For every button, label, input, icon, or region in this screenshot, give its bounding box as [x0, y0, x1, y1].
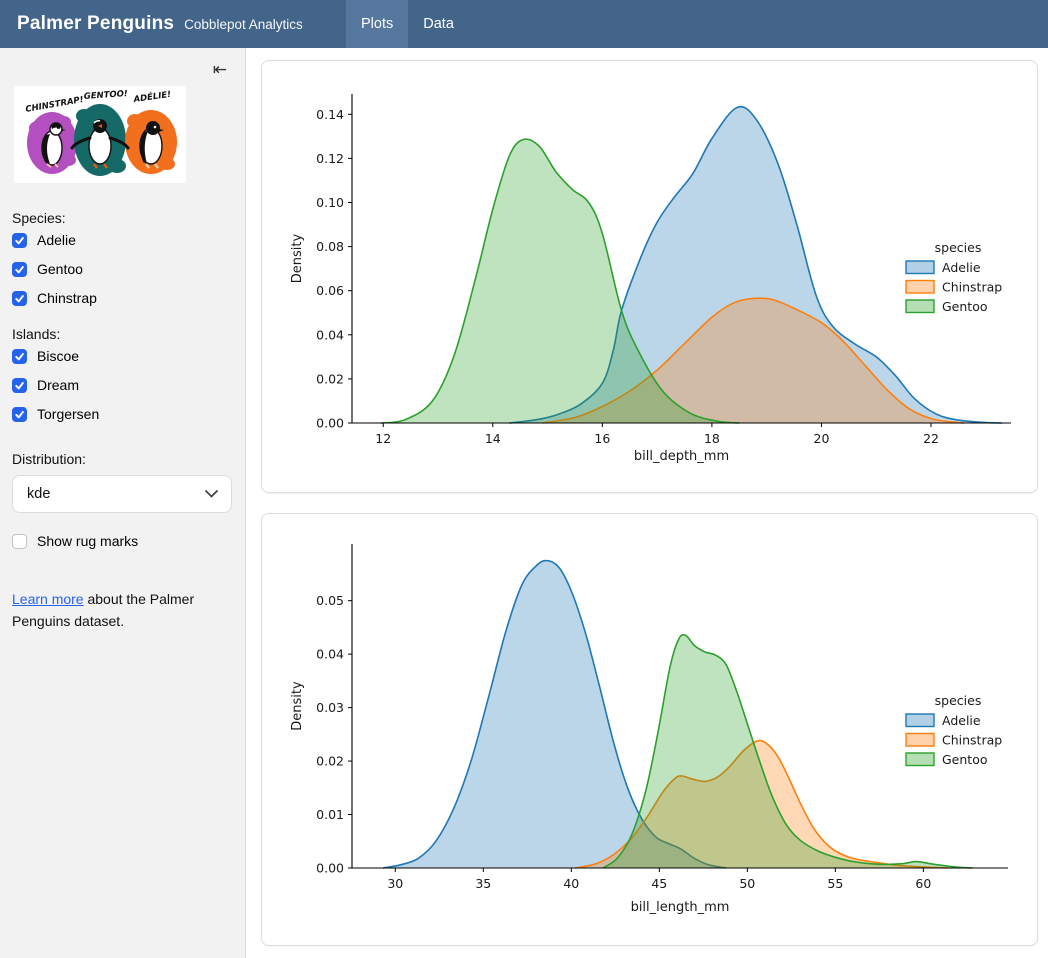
- learn-more-text: Learn more about the Palmer Penguins dat…: [12, 589, 222, 632]
- islands-checkbox-biscoe[interactable]: Biscoe: [12, 348, 233, 364]
- legend-label-chinstrap: Chinstrap: [942, 280, 1002, 295]
- legend-swatch-chinstrap: [906, 734, 934, 747]
- y-tick-label: 0.04: [316, 327, 344, 342]
- sidebar-collapse-icon[interactable]: ⇤: [213, 60, 227, 79]
- checkbox-label: Show rug marks: [37, 533, 138, 549]
- x-tick-label: 60: [915, 876, 931, 891]
- bill-depth-density-plot: 12 14 16 18 20 22 0.00 0.02 0.04 0.06 0.08 0.10 0.12…: [262, 61, 1039, 494]
- y-axis-label: Density: [290, 681, 305, 731]
- nav-tabs: PlotsData: [346, 0, 469, 48]
- legend-label-gentoo: Gentoo: [942, 299, 988, 314]
- checked-checkbox-icon: [12, 378, 27, 393]
- legend-title: species: [935, 240, 982, 255]
- distribution-select[interactable]: kde: [12, 475, 232, 513]
- y-tick-label: 0.02: [316, 371, 344, 386]
- x-axis-label: bill_depth_mm: [634, 449, 729, 464]
- checkbox-label: Dream: [37, 377, 79, 393]
- y-tick-label: 0.12: [316, 151, 344, 166]
- y-tick-label: 0.01: [316, 807, 344, 822]
- distribution-label: Distribution:: [12, 451, 233, 467]
- x-axis-label: bill_length_mm: [631, 900, 730, 915]
- y-tick-label: 0.00: [316, 416, 344, 431]
- legend-label-adelie: Adelie: [942, 713, 981, 728]
- y-tick-label: 0.05: [316, 593, 344, 608]
- species-section-label: Species:: [12, 210, 233, 226]
- penguins-artwork-image: CHINSTRAP! GENTOO! ADÉLIE!: [14, 86, 233, 188]
- x-tick-label: 40: [563, 876, 579, 891]
- legend-swatch-adelie: [906, 714, 934, 727]
- x-tick-label: 35: [475, 876, 491, 891]
- y-tick-label: 0.04: [316, 647, 344, 662]
- species-checkbox-gentoo[interactable]: Gentoo: [12, 261, 233, 277]
- legend-label-gentoo: Gentoo: [942, 752, 988, 767]
- y-tick-label: 0.00: [316, 861, 344, 876]
- checked-checkbox-icon: [12, 262, 27, 277]
- option-checkbox-show-rug-marks[interactable]: Show rug marks: [12, 533, 233, 549]
- checked-checkbox-icon: [12, 291, 27, 306]
- density-area-gentoo: [603, 635, 973, 868]
- legend-label-adelie: Adelie: [942, 260, 981, 275]
- app-subtitle: Cobblepot Analytics: [184, 17, 303, 32]
- y-tick-label: 0.08: [316, 239, 344, 254]
- checkbox-label: Chinstrap: [37, 290, 97, 306]
- checked-checkbox-icon: [12, 349, 27, 364]
- x-tick-label: 50: [739, 876, 755, 891]
- x-tick-label: 12: [375, 431, 391, 446]
- checkbox-label: Gentoo: [37, 261, 83, 277]
- legend-swatch-adelie: [906, 261, 934, 274]
- app-title: Palmer Penguins: [17, 13, 174, 35]
- checked-checkbox-icon: [12, 407, 27, 422]
- plot-card-bill-length: 30 35 40 45 50 55 60 0.00 0.01 0.02 0.03 0.04 0.05 bi…: [261, 513, 1038, 946]
- sidebar: ⇤: [0, 48, 246, 958]
- main-content: 12 14 16 18 20 22 0.00 0.02 0.04 0.06 0.08 0.10 0.12…: [247, 48, 1048, 958]
- learn-more-link[interactable]: Learn more: [12, 591, 84, 607]
- y-tick-label: 0.10: [316, 195, 344, 210]
- y-axis-label: Density: [290, 233, 305, 283]
- tab-plots[interactable]: Plots: [346, 0, 408, 48]
- x-tick-label: 22: [923, 431, 939, 446]
- unchecked-checkbox-icon: [12, 534, 27, 549]
- x-tick-label: 18: [704, 431, 720, 446]
- islands-section-label: Islands:: [12, 326, 233, 342]
- islands-checkbox-dream[interactable]: Dream: [12, 377, 233, 393]
- app-header: Palmer Penguins Cobblepot Analytics Plot…: [0, 0, 1048, 48]
- distribution-selected-value: kde: [27, 486, 50, 502]
- tab-data[interactable]: Data: [408, 0, 469, 48]
- x-tick-label: 14: [485, 431, 501, 446]
- y-tick-label: 0.06: [316, 283, 344, 298]
- legend-swatch-chinstrap: [906, 281, 934, 294]
- bill-length-density-plot: 30 35 40 45 50 55 60 0.00 0.01 0.02 0.03 0.04 0.05 bi…: [262, 514, 1039, 947]
- checkbox-label: Torgersen: [37, 406, 99, 422]
- y-tick-label: 0.02: [316, 754, 344, 769]
- species-checkbox-adelie[interactable]: Adelie: [12, 232, 233, 248]
- legend-title: species: [935, 693, 982, 708]
- species-checkbox-chinstrap[interactable]: Chinstrap: [12, 290, 233, 306]
- legend-swatch-gentoo: [906, 753, 934, 766]
- x-tick-label: 45: [651, 876, 667, 891]
- x-tick-label: 30: [387, 876, 403, 891]
- checkbox-label: Biscoe: [37, 348, 79, 364]
- x-tick-label: 55: [827, 876, 843, 891]
- plot-card-bill-depth: 12 14 16 18 20 22 0.00 0.02 0.04 0.06 0.08 0.10 0.12…: [261, 60, 1038, 493]
- x-tick-label: 20: [814, 431, 830, 446]
- chevron-down-icon: [205, 490, 218, 498]
- checked-checkbox-icon: [12, 233, 27, 248]
- legend-label-chinstrap: Chinstrap: [942, 733, 1002, 748]
- brand: Palmer Penguins Cobblepot Analytics: [0, 0, 346, 48]
- legend-swatch-gentoo: [906, 300, 934, 313]
- y-tick-label: 0.14: [316, 107, 344, 122]
- islands-checkbox-torgersen[interactable]: Torgersen: [12, 406, 233, 422]
- x-tick-label: 16: [594, 431, 610, 446]
- checkbox-label: Adelie: [37, 232, 76, 248]
- y-tick-label: 0.03: [316, 700, 344, 715]
